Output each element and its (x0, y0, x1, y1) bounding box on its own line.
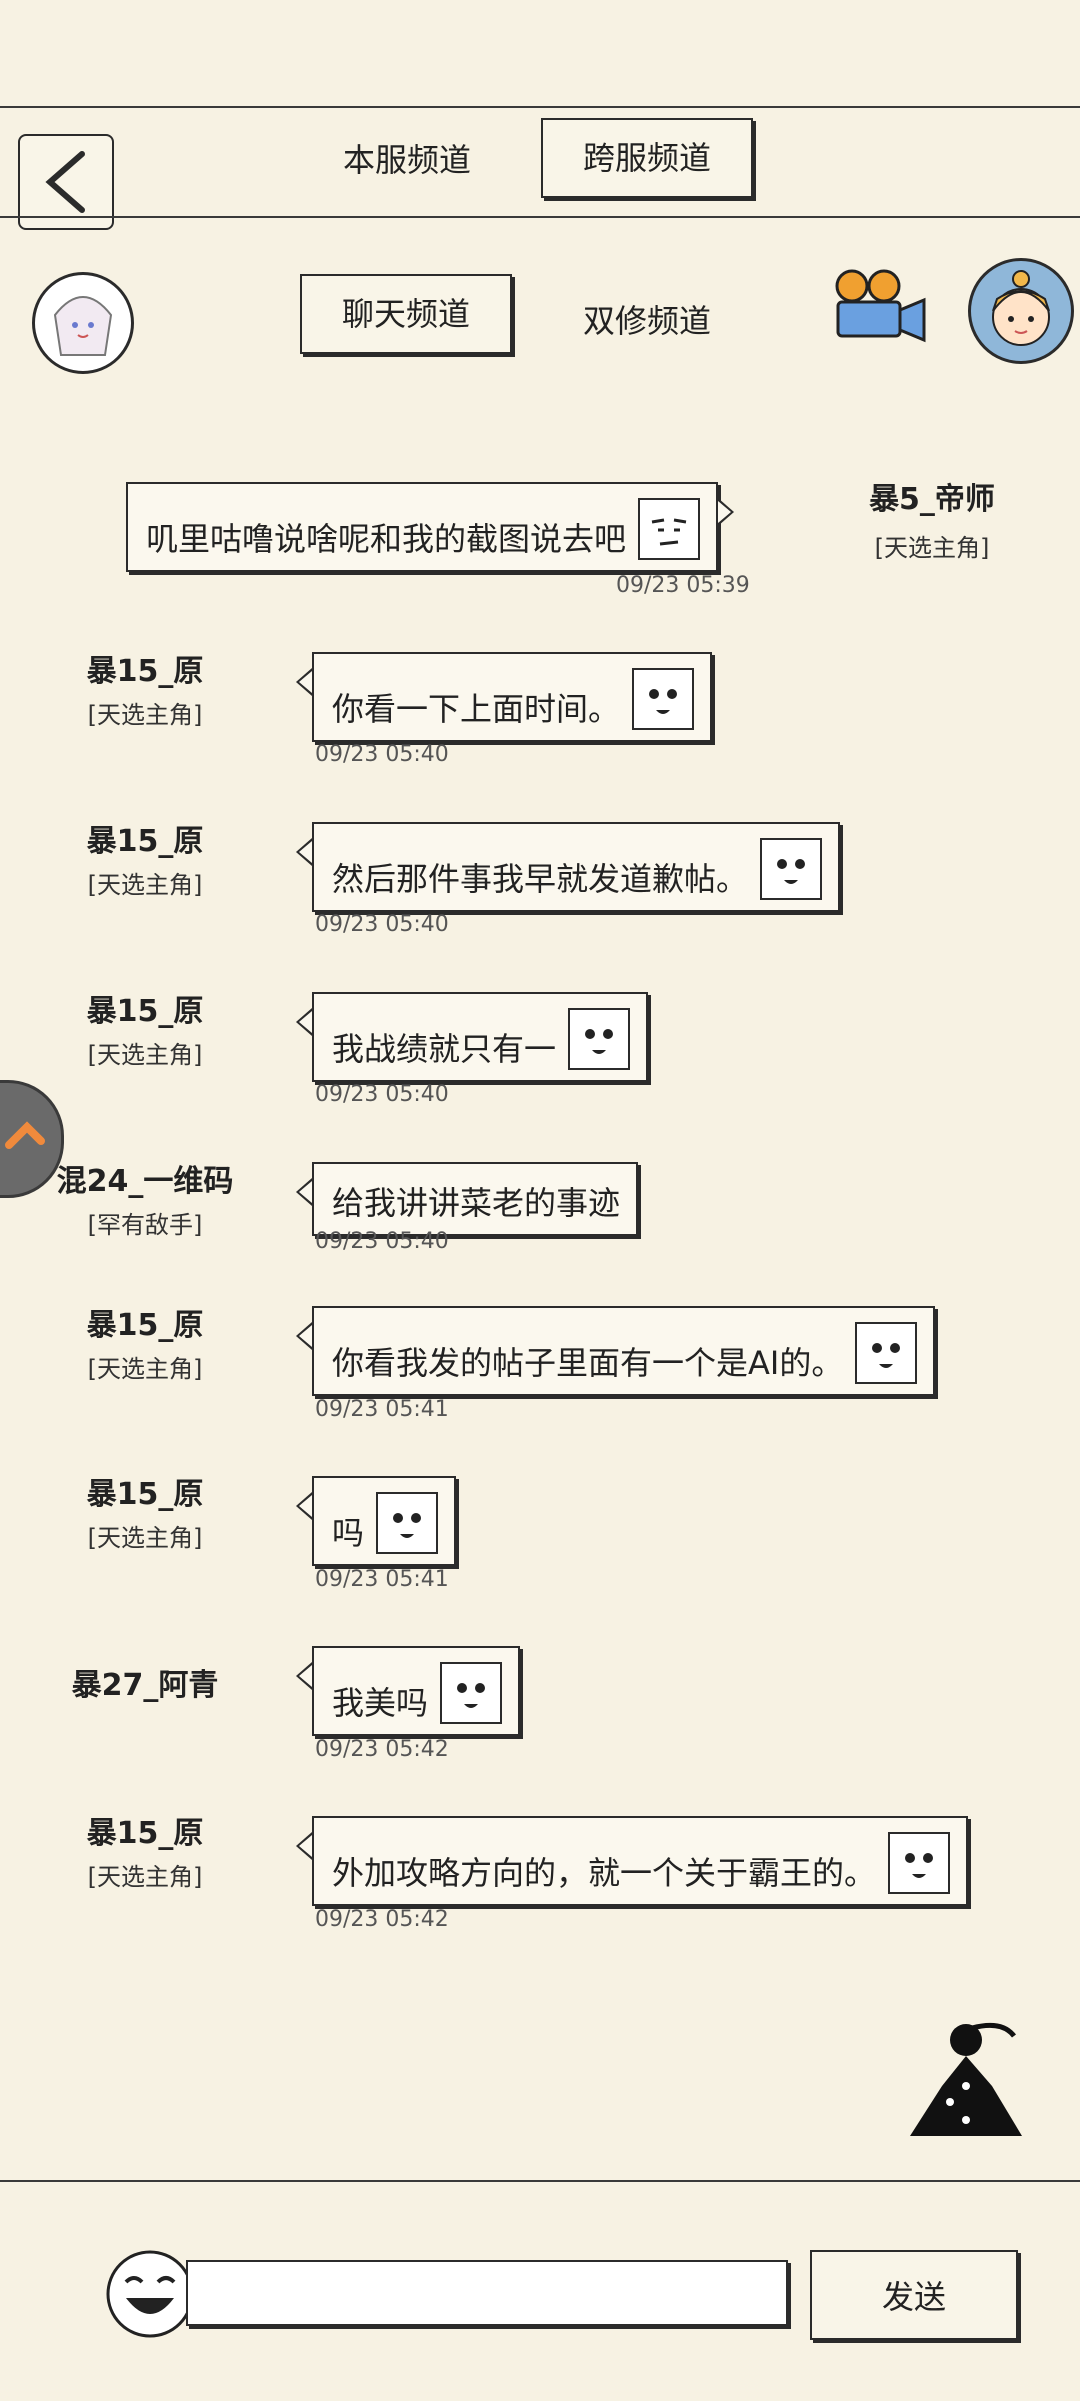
replay-button[interactable] (826, 268, 934, 348)
timestamp: 09/23 05:40 (315, 742, 449, 767)
meme-face-icon (376, 1492, 439, 1554)
timestamp: 09/23 05:40 (315, 1082, 449, 1107)
message-bubble[interactable]: 你看一下上面时间。 (296, 652, 713, 742)
bottom-divider (0, 2180, 1080, 2182)
avatar[interactable] (32, 272, 134, 374)
meme-face-icon (888, 1832, 951, 1894)
message-text: 你看一下上面时间。 (332, 690, 621, 728)
sender-title: [天选主角] (87, 1041, 203, 1069)
message-bubble[interactable]: 给我讲讲菜老的事迹 (296, 1162, 639, 1236)
message-bubble[interactable]: 叽里咕噜说啥呢和我的截图说去吧 (126, 482, 735, 572)
message-bubble[interactable]: 我战绩就只有一 (296, 992, 649, 1082)
tab-cross-server[interactable]: 跨服频道 (541, 118, 754, 198)
sender-title: [天选主角] (87, 1863, 203, 1891)
sender-title: [天选主角] (874, 534, 990, 562)
message-bubble[interactable]: 你看我发的帖子里面有一个是AI的。 (296, 1306, 936, 1396)
sender-name[interactable]: 暴15_原 (35, 816, 255, 860)
sender-name[interactable]: 暴15_原 (35, 1469, 255, 1513)
anime-girl-avatar (53, 296, 113, 356)
sender-name[interactable]: 暴27_阿青 (35, 1660, 255, 1704)
sender-title: [天选主角] (87, 1524, 203, 1552)
sender-title: [天选主角] (87, 1355, 203, 1383)
sender-name[interactable]: 混24_一维码 (35, 1156, 255, 1200)
laughing-face-icon (106, 2250, 194, 2338)
message-bubble[interactable]: 吗 (296, 1476, 457, 1566)
meme-face-icon (568, 1008, 631, 1070)
emoji-button[interactable] (104, 2248, 196, 2340)
meme-face-icon (855, 1322, 918, 1384)
meditating-figure-icon (910, 2022, 1022, 2136)
message-text: 你看我发的帖子里面有一个是AI的。 (332, 1344, 844, 1382)
timestamp: 09/23 05:41 (315, 1567, 449, 1592)
sender-name[interactable]: 暴15_原 (35, 1808, 255, 1852)
meme-face-icon (440, 1662, 503, 1724)
tab-local-server[interactable]: 本服频道 (343, 144, 471, 176)
message-text: 然后那件事我早就发道歉帖。 (332, 860, 749, 898)
message-text: 我美吗 (332, 1684, 429, 1722)
sender-title: [罕有敌手] (87, 1211, 203, 1239)
customer-service-avatar (992, 270, 1050, 346)
message-bubble[interactable]: 我美吗 (296, 1646, 521, 1736)
timestamp: 09/23 05:42 (315, 1907, 449, 1932)
sender-name[interactable]: 暴5_帝师 (822, 474, 1042, 518)
message-text: 我战绩就只有一 (332, 1030, 557, 1068)
timestamp: 09/23 05:40 (315, 1229, 449, 1254)
timestamp: 09/23 05:40 (315, 912, 449, 937)
message-bubble[interactable]: 外加攻略方向的，就一个关于霸王的。 (296, 1816, 969, 1906)
meme-face-icon (632, 668, 695, 730)
message-text: 给我讲讲菜老的事迹 (332, 1184, 621, 1222)
tab-chat-channel[interactable]: 聊天频道 (300, 274, 513, 354)
floating-assist-icon (5, 1121, 45, 1149)
customer-service-button[interactable] (968, 258, 1074, 364)
send-button[interactable]: 发送 (810, 2250, 1018, 2340)
message-text: 叽里咕噜说啥呢和我的截图说去吧 (146, 520, 627, 558)
message-bubble[interactable]: 然后那件事我早就发道歉帖。 (296, 822, 841, 912)
sender-name[interactable]: 暴15_原 (35, 1300, 255, 1344)
timestamp: 09/23 05:39 (616, 573, 750, 598)
back-arrow-icon (45, 151, 85, 213)
timestamp: 09/23 05:42 (315, 1737, 449, 1762)
sender-name[interactable]: 暴15_原 (35, 646, 255, 690)
meme-face-icon (760, 838, 823, 900)
top-divider (0, 106, 1080, 108)
chat-input[interactable] (186, 2260, 788, 2326)
server-tabs-divider (0, 216, 1080, 218)
floating-assist-button[interactable] (0, 1080, 64, 1198)
meme-face-icon (638, 498, 701, 560)
message-text: 外加攻略方向的，就一个关于霸王的。 (332, 1854, 877, 1892)
sender-name[interactable]: 暴15_原 (35, 986, 255, 1030)
timestamp: 09/23 05:41 (315, 1397, 449, 1422)
movie-camera-icon (835, 269, 926, 343)
sender-title: [天选主角] (87, 871, 203, 899)
tab-dual-channel[interactable]: 双修频道 (583, 305, 711, 337)
message-text: 吗 (332, 1514, 365, 1552)
cultivation-button[interactable] (902, 2016, 1028, 2146)
sender-title: [天选主角] (87, 701, 203, 729)
